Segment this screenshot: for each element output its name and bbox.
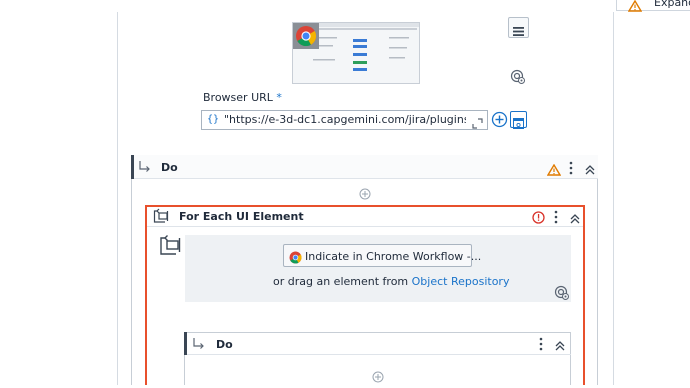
chrome-icon <box>289 249 302 268</box>
more-vertical-icon[interactable] <box>553 209 559 228</box>
for-each-title: For Each UI Element <box>179 210 304 223</box>
open-browser-button[interactable] <box>510 111 527 129</box>
add-activity-icon[interactable] <box>358 186 372 205</box>
add-variable-button[interactable] <box>491 111 508 132</box>
menu-button[interactable] <box>508 17 529 38</box>
double-chevron-up-icon[interactable] <box>554 337 566 356</box>
double-chevron-up-icon[interactable] <box>584 161 596 180</box>
inner-do-accent-bar <box>184 332 187 355</box>
arrow-down-right-icon <box>192 336 206 355</box>
do-sequence-title: Do <box>161 161 178 174</box>
drag-element-hint: or drag an element from Object Repositor… <box>273 275 509 288</box>
expand-field-icon[interactable] <box>472 114 483 133</box>
warning-triangle-icon[interactable] <box>546 161 562 180</box>
indicate-element-label: Indicate in Chrome Workflow -... <box>305 250 482 263</box>
more-vertical-icon[interactable] <box>568 160 574 179</box>
browser-url-label: Browser URL * <box>203 91 282 104</box>
double-chevron-up-icon[interactable] <box>569 210 581 229</box>
more-vertical-icon[interactable] <box>538 336 544 355</box>
chrome-icon <box>293 23 319 53</box>
do-sequence-accent-bar <box>131 155 134 179</box>
loop-icon <box>159 234 181 260</box>
object-repository-link[interactable]: Object Repository <box>412 275 510 288</box>
error-circle-icon[interactable] <box>532 209 545 228</box>
drag-hint-text: or drag an element from <box>273 275 412 288</box>
target-icon[interactable] <box>510 69 526 89</box>
required-mark: * <box>276 91 282 104</box>
activity-card-right-border <box>613 12 614 385</box>
loop-icon <box>153 208 169 228</box>
expression-braces-icon[interactable]: {} <box>207 114 219 125</box>
do-sequence-header[interactable] <box>131 155 598 179</box>
indicate-element-button[interactable]: Indicate in Chrome Workflow -... <box>283 244 481 268</box>
browser-url-label-text: Browser URL <box>203 91 273 104</box>
expand-button[interactable]: Expand <box>654 0 690 9</box>
arrow-down-right-icon <box>138 159 152 178</box>
browser-url-value[interactable]: "https://e-3d-dc1.capgemini.com/jira/plu… <box>224 113 466 126</box>
inner-do-title: Do <box>216 338 233 351</box>
target-icon[interactable] <box>554 285 570 305</box>
browser-url-input[interactable]: {} "https://e-3d-dc1.capgemini.com/jira/… <box>201 110 488 130</box>
activity-card-left-border <box>117 12 118 385</box>
inner-do-sequence-header[interactable] <box>184 332 571 355</box>
menu-icon <box>513 22 524 41</box>
browser-window-icon <box>513 114 524 133</box>
add-activity-icon[interactable] <box>371 369 385 388</box>
warning-triangle-icon <box>627 0 643 16</box>
